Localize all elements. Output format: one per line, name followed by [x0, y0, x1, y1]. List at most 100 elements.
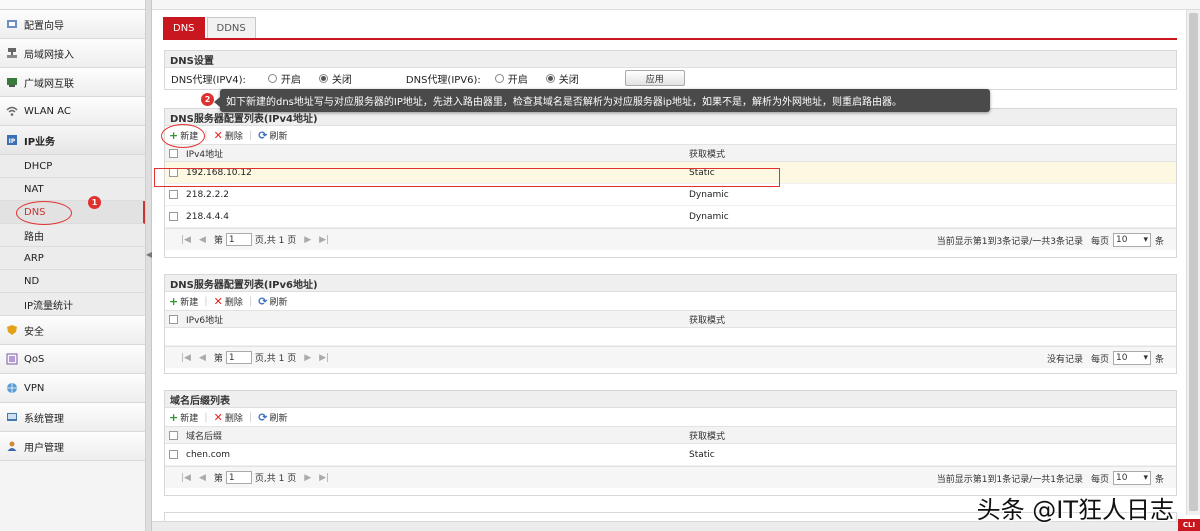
- suffix-grid-header: 域名后缀 获取模式: [165, 427, 1176, 444]
- shield-icon: [6, 324, 18, 336]
- next-page-icon[interactable]: ▶: [304, 353, 311, 363]
- suffix-new-button[interactable]: + 新建: [169, 411, 198, 424]
- user-icon: [6, 440, 18, 452]
- tab-underline: [163, 38, 1177, 40]
- toolbar-separator: |: [248, 295, 253, 307]
- prev-page-icon[interactable]: ◀: [199, 235, 206, 245]
- lan-icon: [6, 47, 18, 59]
- column-header-mode: 获取模式: [689, 149, 726, 160]
- ipv4-pager: |◀ ◀ 第 1 页,共 1 页 ▶ ▶| 当前显示第1到3条记录/一共3条记录…: [165, 228, 1176, 250]
- last-page-icon[interactable]: ▶|: [319, 235, 329, 245]
- tab-ddns[interactable]: DDNS: [206, 17, 256, 38]
- sidebar-item-lan[interactable]: 局域网接入: [0, 39, 145, 68]
- radio-label: 开启: [507, 74, 528, 86]
- ipv6-new-button[interactable]: + 新建: [169, 295, 198, 308]
- svg-text:IP: IP: [9, 138, 16, 145]
- per-page-select[interactable]: 10 ▾: [1112, 351, 1151, 365]
- sidebar-item-label: 配置向导: [24, 20, 64, 32]
- sidebar-item-system[interactable]: 系统管理: [0, 403, 145, 432]
- annotation-tooltip: 如下新建的dns地址写与对应服务器的IP地址，先进入路由器里，检查其域名是否解析…: [214, 89, 990, 112]
- page-suffix: 页,共 1 页: [254, 474, 297, 484]
- table-row[interactable]: 218.4.4.4 Dynamic: [165, 206, 1176, 228]
- row-checkbox[interactable]: [169, 190, 178, 199]
- radio-label: 关闭: [331, 74, 352, 86]
- sidebar-item-wlan-ac[interactable]: WLAN AC: [0, 97, 145, 126]
- table-row[interactable]: chen.com Static: [165, 444, 1176, 466]
- ipv4-on-radio[interactable]: 开启: [267, 71, 301, 86]
- pager-right: 当前显示第1到1条记录/一共1条记录 每页 10 ▾ 条: [937, 471, 1164, 485]
- sidebar-top: [0, 0, 145, 10]
- sidebar-sub-nd[interactable]: ND: [0, 270, 145, 293]
- first-page-icon[interactable]: |◀: [181, 235, 191, 245]
- first-page-icon[interactable]: |◀: [181, 473, 191, 483]
- ipv6-on-radio[interactable]: 开启: [494, 71, 528, 86]
- select-all-checkbox[interactable]: [169, 148, 178, 158]
- ipv6-delete-button[interactable]: ✕ 删除: [214, 295, 243, 308]
- suffix-refresh-button[interactable]: ⟳ 刷新: [258, 411, 287, 424]
- chevron-down-icon: ▾: [1143, 235, 1148, 245]
- select-all-checkbox[interactable]: [169, 430, 178, 440]
- ipv4-refresh-button[interactable]: ⟳ 刷新: [258, 129, 287, 142]
- sidebar-sub-ip-traffic[interactable]: IP流量统计: [0, 293, 145, 316]
- vertical-scrollbar[interactable]: [1186, 10, 1200, 515]
- sidebar-item-ip-service[interactable]: IP IP业务: [0, 126, 145, 155]
- prev-page-icon[interactable]: ◀: [199, 473, 206, 483]
- sidebar-item-wizard[interactable]: 配置向导: [0, 10, 145, 39]
- next-page-icon[interactable]: ▶: [304, 473, 311, 483]
- sidebar-item-label: 系统管理: [24, 413, 64, 425]
- refresh-icon: ⟳: [258, 294, 268, 308]
- row-checkbox[interactable]: [169, 450, 178, 459]
- suffix-toolbar: + 新建 | ✕ 删除 | ⟳ 刷新: [165, 408, 1176, 427]
- last-page-icon[interactable]: ▶|: [319, 353, 329, 363]
- radio-dot: [267, 73, 277, 83]
- ipv4-delete-button[interactable]: ✕ 删除: [214, 129, 243, 142]
- sidebar-item-qos[interactable]: QoS: [0, 345, 145, 374]
- row-checkbox[interactable]: [169, 212, 178, 221]
- per-page-select[interactable]: 10 ▾: [1112, 471, 1151, 485]
- dns-proxy-ipv4-label: DNS代理(IPV4):: [171, 74, 246, 86]
- toolbar-separator: |: [204, 411, 208, 423]
- suffix-delete-button[interactable]: ✕ 删除: [214, 411, 243, 424]
- ipv6-off-radio[interactable]: 关闭: [545, 71, 579, 86]
- toolbar-separator: |: [248, 411, 253, 423]
- per-page-label: 每页: [1090, 236, 1109, 247]
- cell-suffix: chen.com: [186, 449, 230, 460]
- apply-button[interactable]: 应用: [624, 70, 685, 86]
- per-page-select[interactable]: 10 ▾: [1112, 233, 1151, 247]
- page-number-input[interactable]: 1: [225, 233, 252, 246]
- refresh-icon: ⟳: [258, 128, 268, 142]
- annotation-ring-dns: [16, 201, 72, 225]
- per-page-value: 10: [1115, 235, 1128, 245]
- sidebar-sub-dhcp[interactable]: DHCP: [0, 155, 145, 178]
- page-number-input[interactable]: 1: [225, 471, 252, 484]
- tab-dns[interactable]: DNS: [163, 17, 205, 38]
- ipv4-off-radio[interactable]: 关闭: [318, 71, 352, 86]
- page-number-input[interactable]: 1: [225, 351, 252, 364]
- next-page-icon[interactable]: ▶: [304, 235, 311, 245]
- sidebar-item-users[interactable]: 用户管理: [0, 432, 145, 461]
- sidebar-item-vpn[interactable]: VPN: [0, 374, 145, 403]
- annotation-badge-1: 1: [88, 196, 101, 209]
- sidebar: 配置向导 局域网接入 广域网互联 WLAN AC IP IP业务 DHCP NA…: [0, 0, 146, 531]
- table-row[interactable]: 218.2.2.2 Dynamic: [165, 184, 1176, 206]
- annotation-badge-2: 2: [201, 93, 214, 106]
- scrollbar-thumb[interactable]: [1189, 13, 1198, 511]
- main-content: DNS DDNS DNS设置 DNS代理(IPV4): 开启 关闭 DNS代理(…: [152, 0, 1200, 531]
- sidebar-sub-route[interactable]: 路由: [0, 224, 145, 247]
- domain-suffix-title: 域名后缀列表: [165, 391, 1176, 408]
- sidebar-sub-nat[interactable]: NAT: [0, 178, 145, 201]
- ipv6-refresh-button[interactable]: ⟳ 刷新: [258, 295, 287, 308]
- sidebar-item-wan[interactable]: 广域网互联: [0, 68, 145, 97]
- cli-button[interactable]: CLI: [1178, 519, 1200, 531]
- sidebar-item-label: 局域网接入: [24, 49, 74, 61]
- wand-icon: [6, 18, 18, 30]
- ipv6-pager: |◀ ◀ 第 1 页,共 1 页 ▶ ▶| 没有记录 每页 10 ▾ 条: [165, 346, 1176, 368]
- last-page-icon[interactable]: ▶|: [319, 473, 329, 483]
- sidebar-item-security[interactable]: 安全: [0, 316, 145, 345]
- radio-dot: [494, 73, 504, 83]
- select-all-checkbox[interactable]: [169, 314, 178, 324]
- prev-page-icon[interactable]: ◀: [199, 353, 206, 363]
- sidebar-sub-arp[interactable]: ARP: [0, 247, 145, 270]
- vpn-icon: [6, 382, 18, 394]
- first-page-icon[interactable]: |◀: [181, 353, 191, 363]
